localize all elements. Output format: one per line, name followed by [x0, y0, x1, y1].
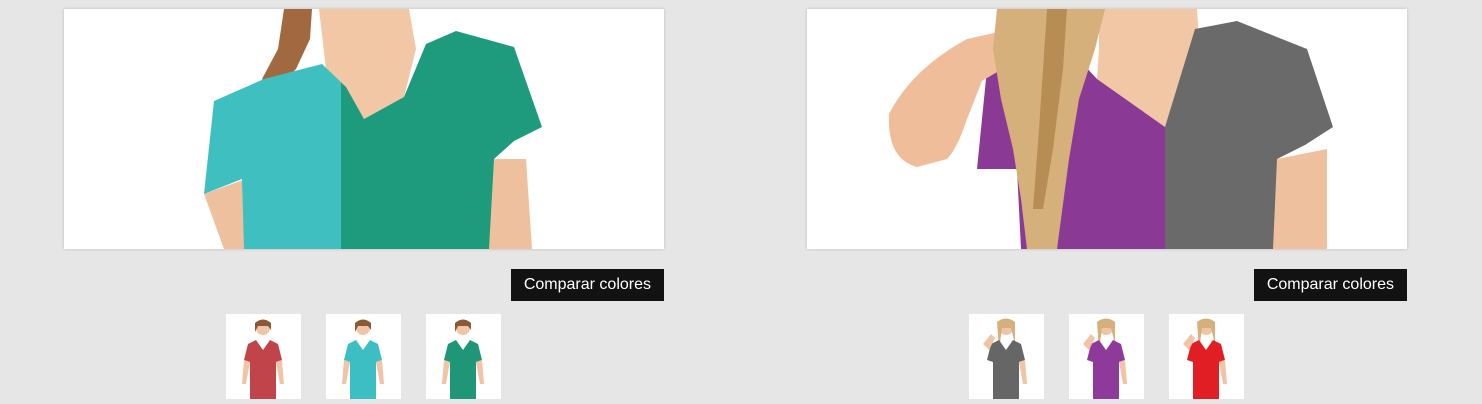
thumbnail-gray[interactable] [969, 314, 1044, 399]
color-comparison-image [807, 9, 1407, 249]
split-color-a [204, 31, 341, 249]
thumbnail-turquoise[interactable] [326, 314, 401, 399]
model-thumbnail-icon [1083, 318, 1127, 399]
model-thumbnail-icon [1183, 318, 1227, 399]
model-thumbnail-icon [242, 319, 284, 399]
thumbnail-green[interactable] [426, 314, 501, 399]
model-thumbnail-icon [983, 318, 1027, 399]
thumbnail-red[interactable] [226, 314, 301, 399]
thumbnail-purple[interactable] [1069, 314, 1144, 399]
model-split-shirt-graphic [204, 9, 542, 249]
model-thumbnail-icon [442, 319, 484, 399]
thumbnail-red[interactable] [1169, 314, 1244, 399]
color-comparison-image [64, 9, 664, 249]
compare-colors-button[interactable]: Comparar colores [510, 269, 664, 301]
model-thumbnail-icon [342, 319, 384, 399]
compare-colors-button[interactable]: Comparar colores [1253, 269, 1407, 301]
product-panel-1: Comparar colores [64, 0, 664, 404]
model-split-shirt-graphic [888, 9, 1333, 249]
product-panel-2: Comparar colores [807, 0, 1407, 404]
